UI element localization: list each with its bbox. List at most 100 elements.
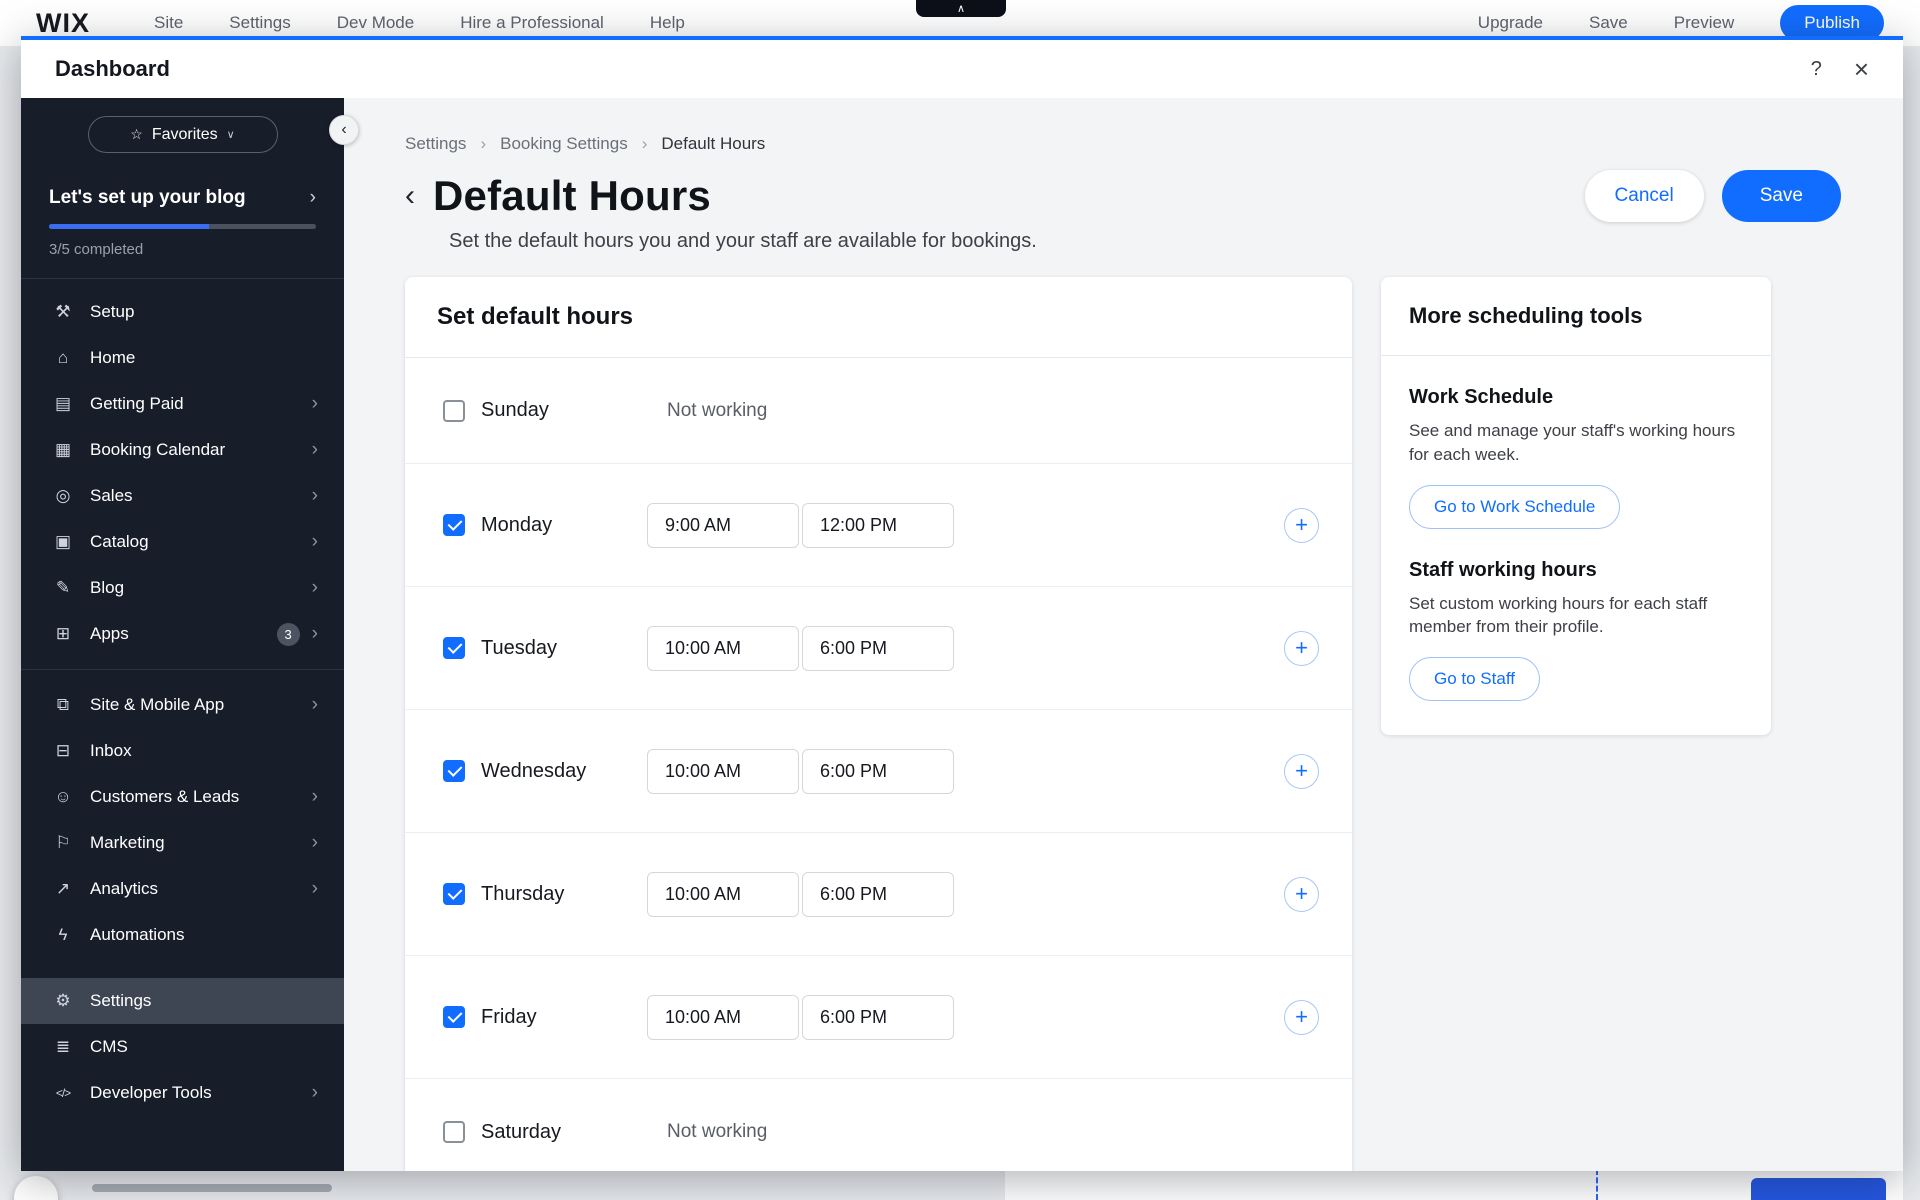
settings-content: Settings › Booking Settings › Default Ho… xyxy=(344,98,1903,1171)
wednesday-checkbox[interactable] xyxy=(443,760,465,782)
time-range xyxy=(647,502,954,548)
end-time-input[interactable] xyxy=(802,748,954,794)
apps-icon: ⊞ xyxy=(55,624,71,643)
modal-body: ‹ ☆ Favorites ∨ Let's set up your blog ›… xyxy=(21,98,1903,1171)
blog-setup-banner[interactable]: Let's set up your blog › 3/5 completed xyxy=(21,171,344,279)
sidebar-item-marketing[interactable]: ⚐ Marketing › xyxy=(21,820,344,866)
hours-row-saturday: Saturday Not working xyxy=(405,1079,1352,1171)
end-time-input[interactable] xyxy=(802,625,954,671)
breadcrumb-settings[interactable]: Settings xyxy=(405,134,466,154)
sidebar-item-setup[interactable]: ⚒ Setup xyxy=(21,289,344,335)
plus-icon: + xyxy=(1295,758,1308,783)
thursday-checkbox[interactable] xyxy=(443,883,465,905)
sidebar-collapse-button[interactable]: ‹ xyxy=(329,115,359,145)
preview-link[interactable]: Preview xyxy=(1674,13,1734,33)
sidebar-item-cms[interactable]: ≣ CMS xyxy=(21,1024,344,1070)
modal-title: Dashboard xyxy=(55,56,170,81)
sidebar-item-label: Blog xyxy=(90,578,125,597)
day-label: Thursday xyxy=(481,882,565,905)
favorites-button[interactable]: ☆ Favorites ∨ xyxy=(87,116,278,153)
sidebar-item-label: Site & Mobile App xyxy=(90,695,225,714)
section-body: See and manage your staff's working hour… xyxy=(1409,421,1736,464)
sidebar-item-getting-paid[interactable]: ▤ Getting Paid › xyxy=(21,381,344,427)
sidebar-item-sales[interactable]: ◎ Sales › xyxy=(21,473,344,519)
end-time-input[interactable] xyxy=(802,871,954,917)
caret-up-icon: ∧ xyxy=(956,3,966,15)
sidebar-item-label: Booking Calendar xyxy=(90,440,226,459)
sidebar-item-label: Automations xyxy=(90,925,185,944)
upgrade-link[interactable]: Upgrade xyxy=(1478,13,1543,33)
sidebar-item-label: Marketing xyxy=(90,833,165,852)
sidebar-item-label: Sales xyxy=(90,486,133,505)
friday-checkbox[interactable] xyxy=(443,1006,465,1028)
wix-logo: WIX xyxy=(36,7,90,38)
sidebar-item-inbox[interactable]: ⊟ Inbox xyxy=(21,728,344,774)
sidebar-item-analytics[interactable]: ↗ Analytics › xyxy=(21,866,344,912)
editor-guide-line xyxy=(1596,1169,1598,1200)
close-icon[interactable]: × xyxy=(1854,56,1869,82)
go-to-staff-button[interactable]: Go to Staff xyxy=(1409,657,1540,702)
horizontal-scrollbar[interactable] xyxy=(92,1184,332,1192)
sidebar-item-blog[interactable]: ✎ Blog › xyxy=(21,565,344,611)
sidebar-item-site-mobile-app[interactable]: ⧉ Site & Mobile App › xyxy=(21,682,344,728)
end-time-input[interactable] xyxy=(802,502,954,548)
add-time-slot-button[interactable]: + xyxy=(1284,630,1319,666)
collapse-topbar-tab[interactable]: ∧ xyxy=(916,0,1006,17)
editor-menu-site[interactable]: Site xyxy=(154,13,183,33)
page-title: Default Hours xyxy=(433,172,711,219)
back-button[interactable]: ‹ xyxy=(405,181,415,211)
hours-card-title: Set default hours xyxy=(405,277,1352,358)
sidebar-item-home[interactable]: ⌂ Home xyxy=(21,335,344,381)
saturday-checkbox[interactable] xyxy=(443,1121,465,1143)
start-time-input[interactable] xyxy=(647,625,799,671)
start-time-input[interactable] xyxy=(647,748,799,794)
page-header: ‹ Default Hours Cancel Save xyxy=(405,170,1903,222)
monday-checkbox[interactable] xyxy=(443,514,465,536)
sidebar-item-catalog[interactable]: ▣ Catalog › xyxy=(21,519,344,565)
sidebar-item-developer-tools[interactable]: </> Developer Tools › xyxy=(21,1070,344,1116)
go-to-work-schedule-button[interactable]: Go to Work Schedule xyxy=(1409,484,1621,529)
chevron-right-icon: › xyxy=(311,439,318,460)
start-time-input[interactable] xyxy=(647,502,799,548)
start-time-input[interactable] xyxy=(647,994,799,1040)
save-button[interactable]: Save xyxy=(1721,170,1841,222)
chevron-right-icon: › xyxy=(311,531,318,552)
gear-icon: ⚙ xyxy=(55,991,71,1010)
marketing-icon: ⚐ xyxy=(55,833,71,852)
help-bubble[interactable] xyxy=(14,1176,58,1200)
catalog-icon: ▣ xyxy=(54,532,72,551)
help-icon[interactable]: ? xyxy=(1811,58,1822,81)
breadcrumb-booking-settings[interactable]: Booking Settings xyxy=(500,134,628,154)
cards-row: Set default hours Sunday Not working Mon… xyxy=(405,277,1903,1171)
editor-menu-hire[interactable]: Hire a Professional xyxy=(460,13,604,33)
add-time-slot-button[interactable]: + xyxy=(1284,999,1319,1035)
cancel-button[interactable]: Cancel xyxy=(1584,170,1704,222)
tuesday-checkbox[interactable] xyxy=(443,637,465,659)
sidebar-item-settings[interactable]: ⚙ Settings xyxy=(21,978,344,1024)
dashboard-modal: Dashboard ? × ‹ ☆ Favorites ∨ Let's set … xyxy=(21,36,1903,1171)
setup-progress-fill xyxy=(49,224,210,229)
add-time-slot-button[interactable]: + xyxy=(1284,876,1319,912)
editor-menu-help[interactable]: Help xyxy=(650,13,685,33)
hours-row-sunday: Sunday Not working xyxy=(405,358,1352,464)
add-time-slot-button[interactable]: + xyxy=(1284,507,1319,543)
start-time-input[interactable] xyxy=(647,871,799,917)
add-time-slot-button[interactable]: + xyxy=(1284,753,1319,789)
end-time-input[interactable] xyxy=(802,994,954,1040)
sidebar-item-label: Apps xyxy=(90,624,129,643)
not-working-status: Not working xyxy=(667,1121,768,1142)
editor-menu-settings[interactable]: Settings xyxy=(229,13,290,33)
sidebar-item-apps[interactable]: ⊞ Apps 3 › xyxy=(21,611,344,657)
sunday-checkbox[interactable] xyxy=(443,399,465,422)
sidebar-item-customers-leads[interactable]: ☺ Customers & Leads › xyxy=(21,774,344,820)
editor-menu-dev-mode[interactable]: Dev Mode xyxy=(337,13,414,33)
inbox-icon: ⊟ xyxy=(55,741,71,760)
chevron-right-icon: › xyxy=(480,134,487,153)
sidebar-item-booking-calendar[interactable]: ▦ Booking Calendar › xyxy=(21,427,344,473)
work-schedule-section: Work Schedule See and manage your staff'… xyxy=(1381,356,1771,529)
setup-icon: ⚒ xyxy=(55,302,71,321)
setup-progress-bar xyxy=(49,224,316,229)
save-link[interactable]: Save xyxy=(1589,13,1628,33)
hours-row-thursday: Thursday + xyxy=(405,833,1352,956)
sidebar-item-automations[interactable]: ϟ Automations xyxy=(21,912,344,958)
